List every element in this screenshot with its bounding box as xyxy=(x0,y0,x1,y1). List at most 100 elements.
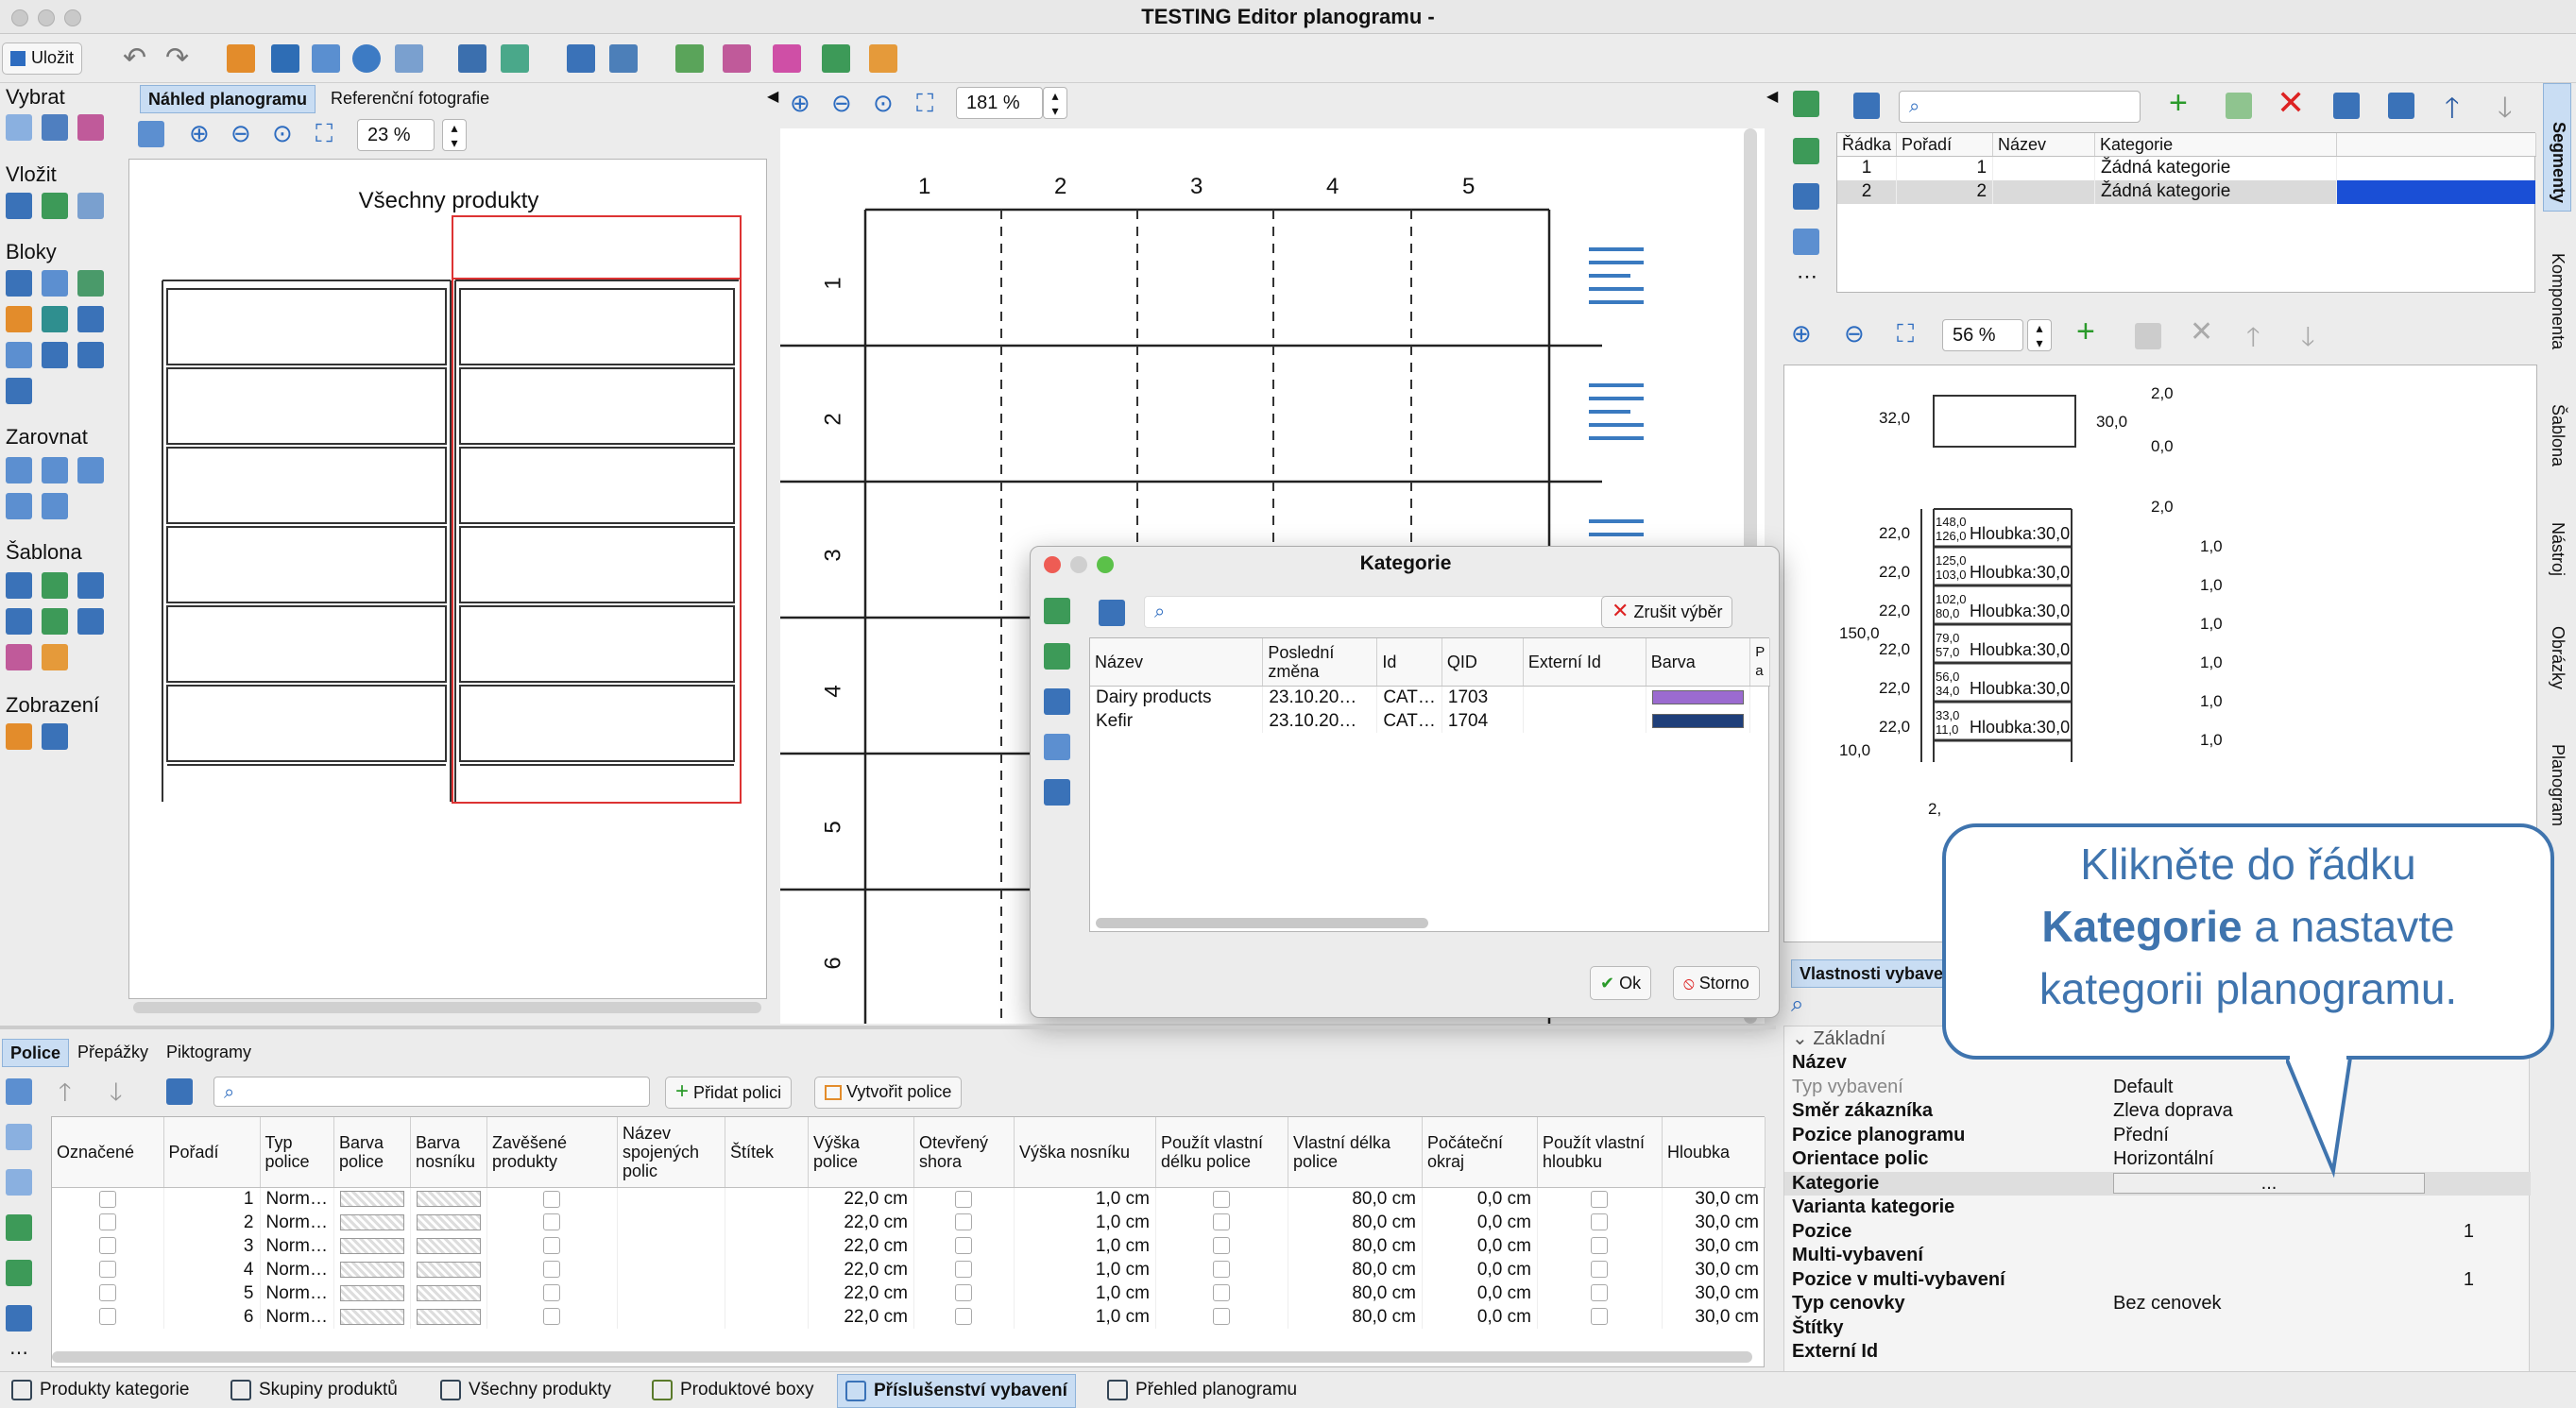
property-row[interactable]: Štítky xyxy=(1784,1316,2531,1341)
collapse-right-arrow[interactable]: ◀ xyxy=(1766,83,1778,111)
category-table-scrollbar[interactable] xyxy=(1096,918,1428,928)
tab-equipment-accessories[interactable]: Příslušenství vybavení xyxy=(837,1374,1076,1408)
shelves-header[interactable]: Štítek xyxy=(725,1117,809,1188)
ok-button[interactable]: ✔ Ok xyxy=(1590,966,1652,1000)
grid-view-icon[interactable] xyxy=(395,44,423,73)
table-row[interactable]: 2 Norm… 22,0 cm 1,0 cm 80,0 cm 0,0 cm 30,0… xyxy=(52,1211,1766,1234)
segments-table-settings-icon[interactable] xyxy=(1853,93,1880,119)
checkbox[interactable] xyxy=(98,1190,116,1208)
beam-color-swatch[interactable] xyxy=(416,1261,481,1278)
checkbox[interactable] xyxy=(543,1261,561,1279)
property-row-category[interactable]: Kategorie ... xyxy=(1784,1171,2531,1196)
checkbox[interactable] xyxy=(1213,1190,1231,1208)
tab-category-products[interactable]: Produkty kategorie xyxy=(11,1374,189,1406)
template-icon-8[interactable] xyxy=(42,644,68,670)
zoom-reset-icon[interactable]: ⊙ xyxy=(272,119,293,148)
select-area-icon[interactable] xyxy=(77,114,104,141)
segments-csv-icon[interactable] xyxy=(1793,183,1819,210)
shelf-color-swatch[interactable] xyxy=(339,1308,404,1325)
shelf-color-swatch[interactable] xyxy=(339,1284,404,1301)
table-row[interactable]: 1 Norm… 22,0 cm 1,0 cm 80,0 cm 0,0 cm 30,0… xyxy=(52,1187,1766,1211)
shelves-header[interactable]: Typ police xyxy=(260,1117,334,1188)
block-icon-8[interactable] xyxy=(42,342,68,368)
table-row[interactable]: Dairy products 23.10.20… CAT… 1703 xyxy=(1090,686,1770,709)
undo-icon[interactable]: ↶ xyxy=(123,42,146,75)
beam-color-swatch[interactable] xyxy=(416,1308,481,1325)
property-row[interactable]: Varianta kategorie xyxy=(1784,1196,2531,1220)
side-tab-segments[interactable]: Segmenty xyxy=(2543,83,2571,212)
segment-zoom-stepper[interactable]: ▴ ▾ xyxy=(2027,319,2052,351)
tab-dividers[interactable]: Přepážky xyxy=(70,1039,156,1065)
block-icon-5[interactable] xyxy=(42,306,68,332)
add-shelf-icon[interactable]: + xyxy=(2076,314,2095,350)
block-icon-9[interactable] xyxy=(77,342,104,368)
side-tab-planogram[interactable]: Planogram xyxy=(2548,744,2567,826)
checkbox[interactable] xyxy=(1213,1284,1231,1302)
checkbox[interactable] xyxy=(98,1308,116,1326)
distribute-icon[interactable] xyxy=(42,493,68,519)
checkbox[interactable] xyxy=(543,1308,561,1326)
tab-pictograms[interactable]: Piktogramy xyxy=(159,1039,259,1065)
align-center-icon[interactable] xyxy=(42,457,68,483)
shelves-header[interactable]: Počáteční okraj xyxy=(1422,1117,1538,1188)
preview-zoom-stepper[interactable]: ▴ ▾ xyxy=(442,119,467,151)
segments-swap-icon[interactable] xyxy=(1793,229,1819,255)
tab-product-groups[interactable]: Skupiny produktů xyxy=(230,1374,398,1406)
checkbox[interactable] xyxy=(543,1190,561,1208)
category-header-changed[interactable]: Poslední změna xyxy=(1262,638,1378,687)
segments-tool-icon-1[interactable] xyxy=(2333,93,2360,119)
table-row[interactable]: 4 Norm… 22,0 cm 1,0 cm 80,0 cm 0,0 cm 30,0… xyxy=(52,1258,1766,1281)
template-icon-4[interactable] xyxy=(6,608,32,635)
align-icon[interactable] xyxy=(227,44,255,73)
shelves-header[interactable]: Výška police xyxy=(808,1117,914,1188)
checkbox[interactable] xyxy=(1591,1190,1609,1208)
shelves-header[interactable]: Pořadí xyxy=(163,1117,261,1188)
tab-shelves[interactable]: Police xyxy=(2,1039,70,1067)
table-row[interactable]: 3 Norm… 22,0 cm 1,0 cm 80,0 cm 0,0 cm 30,0… xyxy=(52,1234,1766,1258)
dialog-excel-import-icon[interactable] xyxy=(1044,643,1070,670)
segment-fit-icon[interactable]: ⛶ xyxy=(1897,319,1914,349)
checkbox[interactable] xyxy=(955,1284,973,1302)
properties-search-icon[interactable]: ⌕ xyxy=(1791,992,1803,1018)
dialog-search-input[interactable]: ⌕ xyxy=(1144,596,1662,628)
redo-icon[interactable]: ↷ xyxy=(165,42,189,75)
clear-selection-button[interactable]: ✕ Zrušit výběr xyxy=(1601,596,1733,628)
shelf-move-up-icon[interactable]: 🡑 xyxy=(59,1075,72,1116)
dialog-excel-icon[interactable] xyxy=(1044,598,1070,624)
copy-shelf-icon[interactable] xyxy=(2135,323,2161,349)
side-tab-component[interactable]: Komponenta xyxy=(2548,253,2567,349)
checkbox[interactable] xyxy=(955,1190,973,1208)
shelf-dimension-row[interactable]: 22,0 125,0 103,0 Hloubka:30,0 1,0 xyxy=(1879,553,2223,594)
shelf-csv-icon[interactable] xyxy=(6,1305,32,1332)
planogram-icon[interactable] xyxy=(458,44,486,73)
shelf-color-swatch[interactable] xyxy=(339,1213,404,1230)
template-icon-3[interactable] xyxy=(77,572,104,599)
segments-tool-icon-2[interactable] xyxy=(2388,93,2414,119)
multi-select-icon[interactable] xyxy=(42,114,68,141)
svg-export-icon[interactable] xyxy=(869,44,897,73)
checkbox[interactable] xyxy=(98,1213,116,1231)
template-icon-5[interactable] xyxy=(42,608,68,635)
close-window-button[interactable] xyxy=(11,9,28,26)
shelves-header[interactable]: Výška nosníku xyxy=(1014,1117,1156,1188)
checkbox[interactable] xyxy=(1213,1308,1231,1326)
property-row[interactable]: Typ vybavení Default xyxy=(1784,1076,2531,1100)
list-view-icon[interactable] xyxy=(271,44,299,73)
checkbox[interactable] xyxy=(1591,1308,1609,1326)
segments-excel-icon[interactable] xyxy=(1793,91,1819,117)
category-header-name[interactable]: Název xyxy=(1090,638,1264,687)
shelves-header[interactable]: Použít vlastní hloubku xyxy=(1537,1117,1663,1188)
checkbox[interactable] xyxy=(1591,1213,1609,1231)
checkbox[interactable] xyxy=(543,1213,561,1231)
checkbox[interactable] xyxy=(543,1237,561,1255)
canvas-zoom-stepper[interactable]: ▴ ▾ xyxy=(1043,87,1067,119)
segments-header-name[interactable]: Název xyxy=(1992,133,2096,157)
property-row[interactable]: Pozice v multi-vybavení 1 xyxy=(1784,1268,2531,1293)
canvas-zoom-in-icon[interactable]: ⊕ xyxy=(790,89,810,118)
more-icon[interactable]: ⋯ xyxy=(9,1341,28,1365)
canvas-zoom-reset-icon[interactable]: ⊙ xyxy=(873,89,894,118)
block-icon-7[interactable] xyxy=(6,342,32,368)
side-tab-images[interactable]: Obrázky xyxy=(2548,626,2567,689)
tab-all-products[interactable]: Všechny produkty xyxy=(440,1374,611,1406)
checkbox[interactable] xyxy=(1591,1237,1609,1255)
